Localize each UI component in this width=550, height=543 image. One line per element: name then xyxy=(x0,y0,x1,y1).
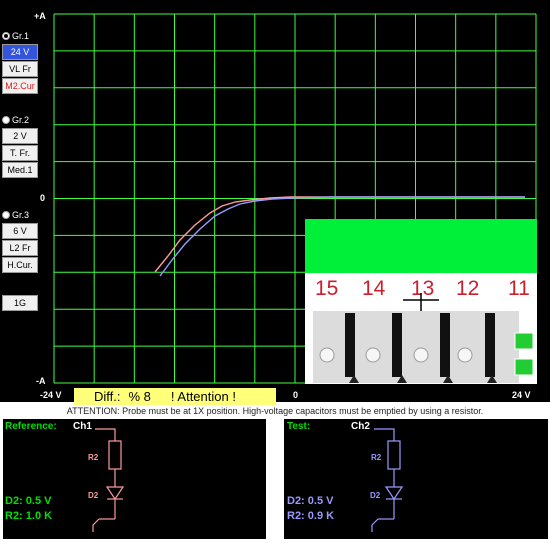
group-2-frequency-button[interactable]: T. Fr. xyxy=(2,145,38,161)
axis-x-right-label: 24 V xyxy=(512,390,531,400)
group-3-controls: Gr.3 6 V L2 Fr H.Cur. xyxy=(2,208,38,273)
reference-d2-value: D2: 0.5 V xyxy=(5,495,52,507)
group-3-radio-label: Gr.3 xyxy=(12,210,30,220)
axis-top-label: +A xyxy=(34,11,46,21)
axis-zero-left-label: 0 xyxy=(40,193,46,203)
test-d2-value: D2: 0.5 V xyxy=(287,495,334,507)
photo-green-area xyxy=(305,219,537,273)
chip-pins-graphic xyxy=(313,293,534,383)
axis-x-left-label: -24 V xyxy=(40,390,62,400)
group-2-voltage-button[interactable]: 2 V xyxy=(2,128,38,144)
radio-icon[interactable] xyxy=(2,116,10,124)
test-panel: Test: Ch2 R2 D2 D2: 0.5 V R2: 0.9 K xyxy=(284,419,548,539)
status-bar: Diff.: % 8 ! Attention ! xyxy=(74,388,276,405)
group-2-current-button[interactable]: Med.1 xyxy=(2,162,38,178)
attention-message: ATTENTION: Probe must be at 1X position.… xyxy=(66,406,484,416)
group-2-controls: Gr.2 2 V T. Fr. Med.1 xyxy=(2,113,38,178)
diff-label: Diff.: xyxy=(94,389,121,404)
channel-1g-button[interactable]: 1G xyxy=(2,295,38,311)
reference-r2-value: R2: 1.0 K xyxy=(5,510,53,522)
scope-display: +A 0 -A -24 V 0 24 V Gr.1 24 V VL Fr M2.… xyxy=(0,0,550,405)
group-1-radio-label: Gr.1 xyxy=(12,31,30,41)
group-1-current-button[interactable]: M2.Cur xyxy=(2,78,38,94)
group-3-frequency-button[interactable]: L2 Fr xyxy=(2,240,38,256)
diff-value: % 8 xyxy=(128,389,151,404)
group-1-controls: Gr.1 24 V VL Fr M2.Cur xyxy=(2,29,38,94)
axis-x-center-label: 0 xyxy=(293,390,299,400)
group-3-radio[interactable]: Gr.3 xyxy=(2,208,38,222)
group-1-radio[interactable]: Gr.1 xyxy=(2,29,38,43)
radio-icon[interactable] xyxy=(2,211,10,219)
radio-icon[interactable] xyxy=(2,32,10,40)
chip-photo: 15 14 13 12 11 xyxy=(305,219,537,384)
photo-pin-strip: 15 14 13 12 11 xyxy=(305,273,537,384)
test-r2-value: R2: 0.9 K xyxy=(287,510,335,522)
group-1-frequency-button[interactable]: VL Fr xyxy=(2,61,38,77)
reference-panel: Reference: Ch1 R2 D2 D2: 0.5 V R2: 1.0 K xyxy=(3,419,266,539)
group-2-radio-label: Gr.2 xyxy=(12,115,30,125)
group-2-radio[interactable]: Gr.2 xyxy=(2,113,38,127)
group-3-voltage-button[interactable]: 6 V xyxy=(2,223,38,239)
attention-badge: ! Attention ! xyxy=(170,389,236,404)
group-1-voltage-button[interactable]: 24 V xyxy=(2,44,38,60)
app-window: +A 0 -A -24 V 0 24 V Gr.1 24 V VL Fr M2.… xyxy=(0,0,550,543)
axis-bottom-label: -A xyxy=(36,376,46,386)
group-3-current-button[interactable]: H.Cur. xyxy=(2,257,38,273)
